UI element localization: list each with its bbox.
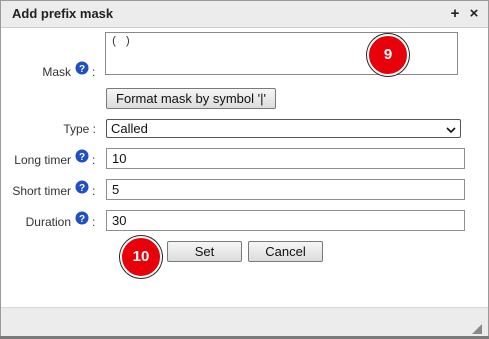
short-timer-input[interactable]: 5	[106, 179, 465, 200]
long-timer-input[interactable]: 10	[106, 148, 465, 169]
set-button[interactable]: Set	[167, 241, 242, 262]
duration-label: Duration	[25, 215, 71, 229]
help-icon[interactable]: ?	[75, 149, 89, 163]
type-label: Type :	[63, 122, 96, 136]
type-select-value: Called	[111, 121, 148, 136]
help-icon[interactable]: ?	[75, 180, 89, 194]
chevron-down-icon	[446, 123, 456, 134]
dialog-titlebar[interactable]: Add prefix mask + ×	[1, 1, 488, 28]
add-prefix-mask-dialog: Add prefix mask + × Mask ? : ( ) Format …	[0, 0, 489, 336]
duration-colon: :	[92, 215, 96, 229]
help-icon[interactable]: ?	[75, 211, 89, 225]
mask-label: Mask	[42, 65, 71, 79]
dialog-title: Add prefix mask	[12, 6, 114, 21]
svg-text:?: ?	[79, 152, 85, 163]
help-icon[interactable]: ?	[75, 61, 89, 75]
add-icon[interactable]: +	[447, 6, 463, 22]
resize-grip-icon[interactable]	[472, 321, 482, 334]
long-timer-colon: :	[92, 153, 96, 167]
long-timer-label: Long timer	[14, 153, 71, 167]
close-icon[interactable]: ×	[466, 6, 482, 22]
duration-input[interactable]: 30	[106, 210, 465, 231]
dialog-footer	[1, 307, 488, 336]
short-timer-label: Short timer	[12, 184, 71, 198]
step-marker-10: 10	[120, 236, 162, 278]
svg-text:?: ?	[79, 214, 85, 225]
type-select[interactable]: Called	[106, 119, 461, 138]
mask-colon: :	[92, 65, 96, 79]
svg-text:?: ?	[79, 64, 85, 75]
cancel-button[interactable]: Cancel	[248, 241, 323, 262]
svg-text:?: ?	[79, 183, 85, 194]
short-timer-colon: :	[92, 184, 96, 198]
format-mask-button[interactable]: Format mask by symbol '|'	[106, 88, 276, 109]
step-marker-9: 9	[367, 34, 409, 76]
